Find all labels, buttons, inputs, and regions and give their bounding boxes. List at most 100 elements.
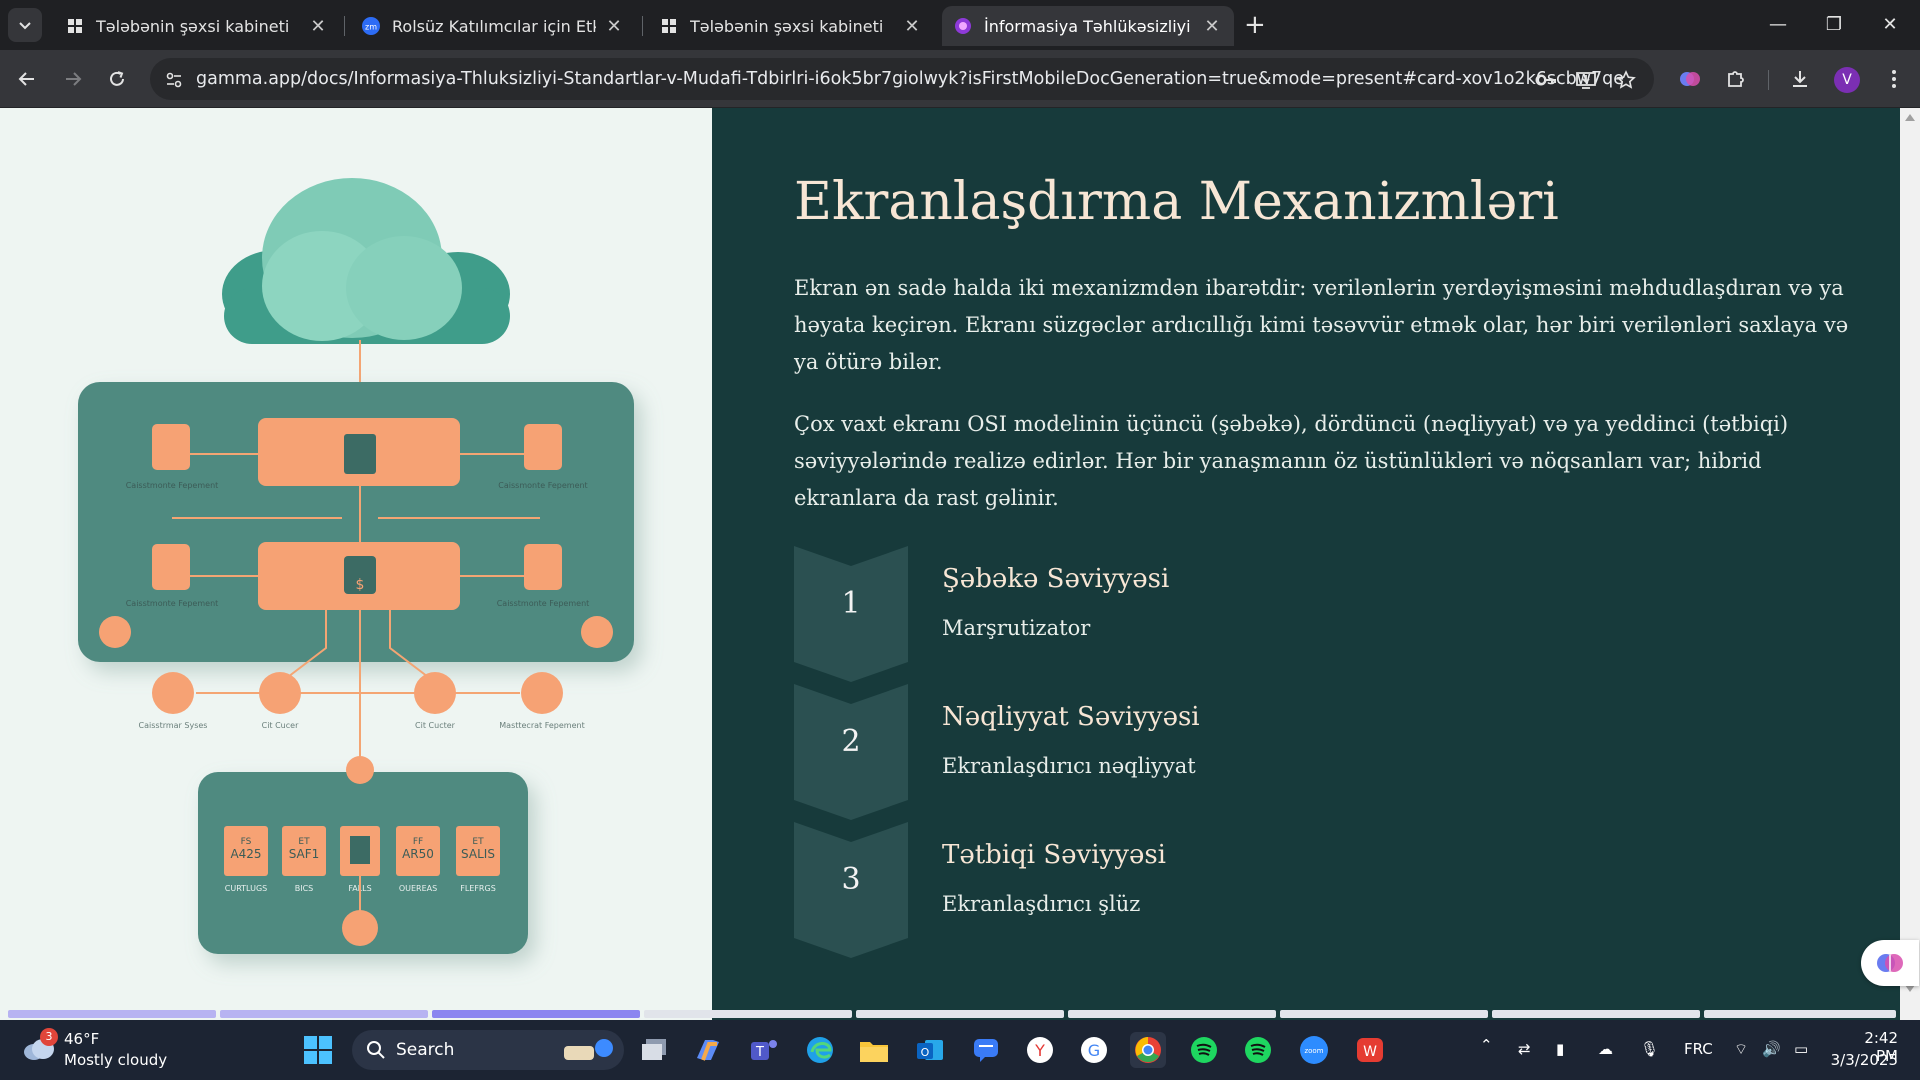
spotify-icon[interactable] [1186, 1032, 1222, 1068]
address-bar[interactable]: gamma.app/docs/Informasiya-Thluksizliyi-… [150, 58, 1654, 100]
arrow-left-icon [18, 72, 34, 86]
step-title: Şəbəkə Səviyyəsi [942, 564, 1170, 594]
grid-favicon-icon [660, 17, 678, 35]
tab-title: Tələbənin şəxsi kabineti [96, 16, 290, 36]
yandex-icon[interactable]: Y [1022, 1032, 1058, 1068]
close-icon[interactable]: ✕ [308, 16, 328, 37]
slide-progress-segment[interactable] [1280, 1010, 1488, 1018]
new-tab-button[interactable]: + [1244, 12, 1266, 38]
tab-search-button[interactable] [8, 8, 42, 42]
slide-progress-segment[interactable] [1704, 1010, 1896, 1018]
minimize-button[interactable]: — [1754, 8, 1802, 42]
toolbar-separator [1768, 70, 1769, 90]
slide-progress-segment[interactable] [1068, 1010, 1276, 1018]
tab-strip: Tələbənin şəxsi kabineti ✕ zm Rolsüz Kat… [0, 0, 1920, 50]
close-icon[interactable]: ✕ [1202, 16, 1222, 37]
slide-progress-segment[interactable] [8, 1010, 216, 1018]
downloads-icon[interactable] [1786, 65, 1814, 93]
step-item: 3 Tətbiqi Səviyyəsi Ekranlaşdırıcı şlüz [794, 822, 1594, 958]
app-tray-icon[interactable]: ▮ [1556, 1040, 1564, 1058]
key-icon[interactable] [1534, 68, 1558, 92]
extensions-puzzle-icon[interactable] [1722, 65, 1750, 93]
box-caption: OUEREAS [399, 884, 437, 893]
close-window-button[interactable]: ✕ [1866, 8, 1914, 42]
wps-office-icon[interactable]: W [1352, 1032, 1388, 1068]
box-main-label: A425 [230, 847, 261, 861]
slide-paragraph-2: Çox vaxt ekranı OSI modelinin üçüncü (şə… [794, 412, 1789, 510]
site-settings-icon[interactable] [162, 68, 186, 92]
step-title: Tətbiqi Səviyyəsi [942, 840, 1166, 870]
microphone-icon[interactable]: 🎙 [1640, 1040, 1659, 1058]
tab-title: Rolsüz Katılımcılar için Etkinlik S [392, 16, 596, 36]
scroll-up-arrow-icon[interactable] [1900, 108, 1920, 128]
show-hidden-icons-chevron-icon[interactable]: ⌃ [1480, 1036, 1493, 1054]
zoom-icon[interactable]: zoom [1296, 1032, 1332, 1068]
edge-icon[interactable] [802, 1032, 838, 1068]
gemini-extension-icon[interactable] [1676, 65, 1704, 93]
svg-text:$: $ [356, 577, 365, 593]
task-view-icon[interactable] [636, 1032, 672, 1068]
outlook-icon[interactable]: O [912, 1032, 948, 1068]
onedrive-cloud-icon[interactable]: ☁ [1598, 1040, 1613, 1058]
slide-progress-segment[interactable] [1492, 1010, 1700, 1018]
forward-button[interactable] [58, 64, 88, 94]
presentation-page: $ Caisstmonte Fepement Caissmonte Fepeme… [0, 108, 1920, 1020]
feedback-hub-icon[interactable] [968, 1032, 1004, 1068]
battery-icon[interactable]: ▭ [1794, 1040, 1808, 1058]
close-icon[interactable]: ✕ [604, 16, 624, 37]
box-top-label: FF [413, 837, 423, 847]
chrome-icon[interactable] [1130, 1032, 1166, 1068]
tab-title: Tələbənin şəxsi kabineti [690, 16, 884, 36]
slide-progress-segment[interactable] [220, 1010, 428, 1018]
volume-icon[interactable]: 🔊 [1762, 1040, 1781, 1058]
teams-icon[interactable]: T [746, 1032, 782, 1068]
more-menu-icon[interactable] [1880, 65, 1908, 93]
brain-icon [1877, 954, 1903, 972]
arrow-right-icon [66, 72, 82, 86]
wifi-icon[interactable]: ⌔ [1734, 1040, 1748, 1059]
clock-date[interactable]: 3/3/2025 [1828, 1051, 1898, 1069]
file-explorer-icon[interactable] [856, 1032, 892, 1068]
gamma-favicon-icon [954, 17, 972, 35]
node-label: Caissmonte Fepement [498, 481, 587, 490]
vertical-scrollbar[interactable] [1900, 108, 1920, 1020]
step-number: 2 [841, 724, 861, 759]
slide-progress-segment[interactable] [856, 1010, 1064, 1018]
tab-1[interactable]: Tələbənin şəxsi kabineti ✕ [54, 6, 340, 46]
step-item: 2 Nəqliyyat Səviyyəsi Ekranlaşdırıcı nəq… [794, 684, 1594, 820]
start-button[interactable] [300, 1032, 336, 1068]
google-icon[interactable]: G [1076, 1032, 1112, 1068]
tab-title: İnformasiya Təhlükəsizliyi Stand [984, 16, 1194, 36]
search-label: Search [396, 1040, 455, 1060]
tab-2[interactable]: zm Rolsüz Katılımcılar için Etkinlik S ✕ [350, 6, 636, 46]
box-caption: FLEFRGS [460, 884, 496, 893]
search-highlight-icon [564, 1039, 613, 1060]
box-top-label: ET [472, 837, 484, 847]
ai-assistant-button[interactable] [1861, 940, 1919, 986]
cloud-icon [222, 178, 510, 344]
reload-button[interactable] [102, 64, 132, 94]
restore-button[interactable]: ❐ [1810, 8, 1858, 42]
back-button[interactable] [12, 64, 42, 94]
tab-3[interactable]: Tələbənin şəxsi kabineti ✕ [648, 6, 934, 46]
taskbar-search[interactable]: Search [352, 1030, 624, 1070]
box-main-label: SALIS [461, 847, 495, 861]
slide-progress-segment[interactable] [644, 1010, 852, 1018]
install-app-icon[interactable] [1574, 68, 1598, 92]
spotify-2-icon[interactable] [1240, 1032, 1276, 1068]
tab-4-active[interactable]: İnformasiya Təhlükəsizliyi Stand ✕ [942, 6, 1234, 46]
copilot-icon[interactable] [690, 1032, 726, 1068]
circle-label: Cit Cucer [262, 721, 299, 730]
svg-text:Y: Y [1034, 1041, 1045, 1060]
close-icon[interactable]: ✕ [902, 16, 922, 37]
bookmark-star-icon[interactable] [1614, 68, 1638, 92]
step-number: 1 [841, 586, 861, 621]
weather-condition: Mostly cloudy [64, 1051, 168, 1069]
profile-avatar[interactable]: V [1834, 67, 1860, 93]
network-illustration: $ Caisstmonte Fepement Caissmonte Fepeme… [0, 108, 712, 1020]
language-indicator[interactable]: FRC [1684, 1040, 1713, 1058]
slide-progress-segment-current[interactable] [432, 1010, 640, 1018]
transfer-icon[interactable]: ⇄ [1518, 1040, 1531, 1058]
svg-text:T: T [755, 1045, 764, 1060]
slide-title: Ekranlaşdırma Mexanizmləri [794, 172, 1559, 232]
